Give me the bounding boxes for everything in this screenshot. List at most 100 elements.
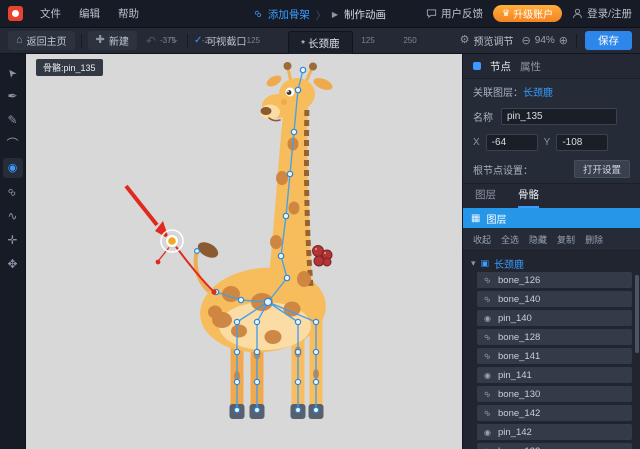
user-icon (572, 8, 583, 19)
action-button[interactable]: 复制 (557, 233, 575, 246)
tab-bones[interactable]: 骨骼 (518, 187, 539, 208)
linked-layer-value[interactable]: 长颈鹿 (523, 84, 553, 99)
home-icon: ⌂ (16, 34, 23, 46)
upgrade-account-button[interactable]: ♛ 升级账户 (493, 5, 563, 22)
action-button[interactable]: 隐藏 (529, 233, 547, 246)
ruler-tick: 125 (361, 36, 375, 45)
bone-icon: ∞ (481, 293, 494, 305)
bone-row[interactable]: ∞ bone_132 (477, 443, 632, 449)
zoom-out-button[interactable]: ⊖ (522, 34, 531, 47)
canvas[interactable]: 骨骼:pin_135 (26, 54, 462, 449)
bone-icon: ∞ (481, 407, 494, 419)
root-settings-row: 根节点设置： 打开设置 (463, 155, 640, 184)
bone-icon: ◉ (484, 427, 491, 437)
bone-row[interactable]: ∞ bone_130 (477, 386, 632, 402)
root-settings-label: 根节点设置： (473, 165, 533, 177)
zoom-in-button[interactable]: ⊕ (559, 34, 568, 47)
document-tab[interactable]: * 长颈鹿 (288, 31, 353, 54)
bone-tree: ▾ ▣ 长颈鹿 ∞ bone_126 ∞ bone_140 ◉ pin_140 … (463, 251, 640, 449)
name-label: 名称 (473, 112, 493, 124)
bone-row[interactable]: ◉ pin_141 (477, 367, 632, 383)
new-button[interactable]: ✚ 新建 (87, 31, 137, 50)
stage[interactable] (26, 54, 462, 449)
bone-icon: ◉ (484, 370, 491, 380)
linked-layer-label: 关联图层： (473, 87, 523, 99)
menu-item[interactable]: 帮助 (109, 0, 148, 28)
bone-icon: ∞ (481, 274, 494, 286)
selected-pin[interactable] (160, 229, 184, 253)
play-icon: ▶ (331, 9, 338, 19)
home-button[interactable]: ⌂ 返回主页 (8, 31, 75, 50)
layer-icon: ▦ (471, 212, 481, 224)
zoom-level[interactable]: 94% (535, 35, 555, 46)
transform-tool[interactable]: ✛ (3, 230, 23, 250)
scrollbar-thumb[interactable] (635, 275, 639, 353)
bone-icon: ∞ (481, 388, 494, 400)
redo-button[interactable]: ↷ (165, 35, 181, 47)
hand-tool[interactable]: ✥ (3, 254, 23, 274)
open-settings-button[interactable]: 打开设置 (573, 160, 630, 178)
bone-row[interactable]: ◉ pin_142 (477, 424, 632, 440)
workflow-step-animate[interactable]: 制作动画 (344, 7, 386, 22)
preview-settings-button[interactable]: ⚙ 预览调节 (460, 33, 514, 49)
undo-icon: ↶ (145, 33, 156, 48)
group-icon: ▣ (480, 257, 490, 268)
crown-icon: ♛ (502, 8, 511, 18)
y-label: Y (543, 136, 551, 148)
select-tool[interactable]: ➤ (3, 62, 23, 82)
bone-icon: ∞ (250, 6, 265, 22)
divider (576, 33, 577, 48)
save-button[interactable]: 保存 (585, 31, 632, 50)
list-tabs: 图层 骨骼 (463, 184, 640, 208)
login-button[interactable]: 登录/注册 (572, 6, 632, 21)
name-row: 名称 (463, 103, 640, 129)
menubar: 文件 编辑 帮助 ∞ 添加骨架 〉 ▶ 制作动画 用户反馈 ♛ 升级账户 登录/注册 (0, 0, 640, 28)
menu-item[interactable]: 文件 (31, 0, 70, 28)
action-button[interactable]: 全选 (501, 233, 519, 246)
caret-down-icon[interactable]: ▾ (471, 258, 476, 269)
x-input[interactable] (485, 133, 538, 151)
pen-tool[interactable]: ✒ (3, 86, 23, 106)
pin-tool[interactable]: ◉ (2, 158, 23, 178)
toolbar: ⌂ 返回主页 ✚ 新建 ↶ ↷ ✓ 可视截口 -375 -250 -125 125 25… (0, 28, 640, 54)
name-input[interactable] (501, 107, 617, 125)
action-button[interactable]: 删除 (585, 233, 603, 246)
zoom-controls: ⊖ 94% ⊕ (522, 34, 568, 47)
app-logo (8, 6, 23, 21)
app-window: 文件 编辑 帮助 ∞ 添加骨架 〉 ▶ 制作动画 用户反馈 ♛ 升级账户 登录/注册 (0, 0, 640, 449)
undo-button[interactable]: ↶ (143, 35, 159, 47)
tab-properties[interactable]: 属性 (520, 59, 541, 74)
magnet-tool[interactable]: ⌒ (3, 134, 23, 154)
list-actions: 收起 全选 隐藏 复制 删除 (463, 228, 640, 251)
workflow-steps: ∞ 添加骨架 〉 ▶ 制作动画 (250, 0, 386, 28)
brush-tool[interactable]: ✎ (3, 110, 23, 130)
tab-layers[interactable]: 图层 (475, 187, 496, 208)
y-input[interactable] (556, 133, 609, 151)
feedback-button[interactable]: 用户反馈 (426, 6, 483, 21)
bone-row[interactable]: ∞ bone_140 (477, 291, 632, 307)
menubar-right: 用户反馈 ♛ 升级账户 登录/注册 (426, 5, 632, 22)
bone-icon: ◉ (484, 313, 491, 323)
tree-root-row[interactable]: ▾ ▣ 长颈鹿 (463, 254, 640, 272)
inspector-header: 节点 属性 (463, 54, 640, 79)
coords-row: X Y (463, 129, 640, 155)
divider (80, 33, 82, 48)
bone-icon: ∞ (481, 444, 494, 449)
menu-item[interactable]: 编辑 (70, 0, 109, 28)
bone-tool[interactable]: ∞ (3, 182, 23, 202)
visibility-toggle[interactable]: ✓ 可视截口 (194, 33, 246, 48)
ruler-tick: 250 (403, 36, 417, 45)
new-file-icon: ✚ (95, 34, 105, 46)
divider (187, 33, 188, 48)
curve-tool[interactable]: ∿ (3, 206, 23, 226)
bone-row[interactable]: ∞ bone_142 (477, 405, 632, 421)
action-button[interactable]: 收起 (473, 233, 491, 246)
bone-row[interactable]: ∞ bone_126 (477, 272, 632, 288)
bone-row[interactable]: ∞ bone_141 (477, 348, 632, 364)
bone-tooltip: 骨骼:pin_135 (36, 59, 103, 76)
tab-node[interactable]: 节点 (490, 59, 511, 74)
bone-row[interactable]: ◉ pin_140 (477, 310, 632, 326)
selected-layer-banner[interactable]: ▦ 图层 (463, 208, 640, 228)
workflow-step-add-skeleton[interactable]: 添加骨架 (268, 7, 310, 22)
bone-row[interactable]: ∞ bone_128 (477, 329, 632, 345)
